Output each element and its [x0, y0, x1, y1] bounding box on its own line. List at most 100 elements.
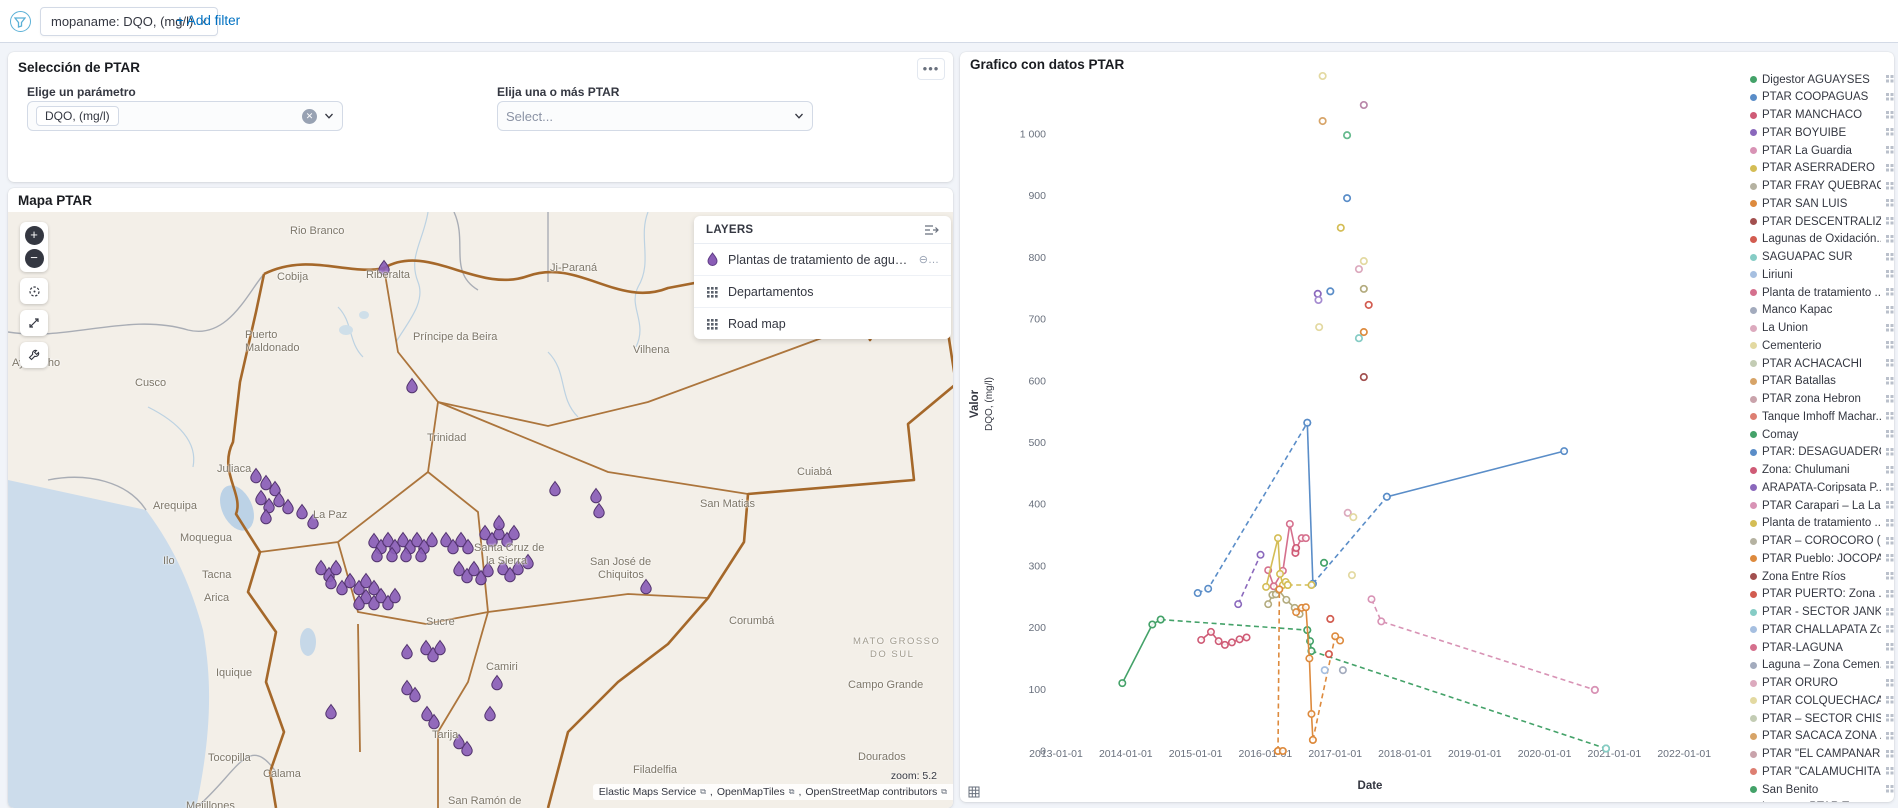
legend-pin-icon[interactable]: [1886, 412, 1894, 421]
legend-pin-icon[interactable]: [1886, 395, 1894, 404]
legend-item[interactable]: Liriuni: [1750, 266, 1894, 283]
data-point[interactable]: [1361, 286, 1367, 292]
legend-item[interactable]: PTAR "CALAMUCHITA": [1750, 763, 1894, 780]
data-point[interactable]: [1361, 329, 1367, 335]
data-point[interactable]: [1208, 629, 1214, 635]
legend-item[interactable]: Lagunas de Oxidación...: [1750, 231, 1894, 248]
layer-row[interactable]: Road map: [694, 308, 951, 339]
ptar-marker-icon[interactable]: [316, 561, 326, 575]
set-initial-extent-button[interactable]: [20, 278, 48, 304]
legend-item[interactable]: Digestor AGUAYSES: [1750, 71, 1894, 88]
data-point[interactable]: [1265, 601, 1271, 607]
legend-pin-icon[interactable]: [1886, 324, 1894, 333]
legend-item[interactable]: PTAR Batallas: [1750, 373, 1894, 390]
data-point[interactable]: [1315, 297, 1321, 303]
legend-pin-icon[interactable]: [1886, 501, 1894, 510]
legend-pin-icon[interactable]: [1886, 785, 1894, 794]
attribution-link[interactable]: Elastic Maps Service: [599, 786, 696, 798]
legend-item[interactable]: Planta de tratamiento ...: [1750, 515, 1894, 532]
data-point[interactable]: [1384, 494, 1390, 500]
legend-pin-icon[interactable]: [1886, 217, 1894, 226]
map-canvas[interactable]: Rio BrancoCobijaRiberaltaJi-ParanáVilhen…: [8, 212, 953, 808]
fit-to-data-button[interactable]: [20, 310, 48, 336]
ptar-marker-icon[interactable]: [256, 491, 266, 505]
ptar-marker-icon[interactable]: [390, 589, 400, 603]
legend-item[interactable]: PTAR ORURO: [1750, 675, 1894, 692]
legend-pin-icon[interactable]: [1886, 377, 1894, 386]
data-point[interactable]: [1287, 521, 1293, 527]
legend-item[interactable]: San Benito: [1750, 781, 1894, 798]
data-point[interactable]: [1322, 667, 1328, 673]
ptar-marker-icon[interactable]: [345, 574, 355, 588]
legend-item[interactable]: Cementerio: [1750, 337, 1894, 354]
data-point[interactable]: [1283, 597, 1289, 603]
legend-pin-icon[interactable]: [1886, 483, 1894, 492]
ptar-marker-icon[interactable]: [591, 489, 601, 503]
legend-item[interactable]: Planta de tratamiento ...: [1750, 284, 1894, 301]
ptar-marker-icon[interactable]: [492, 676, 502, 690]
data-point[interactable]: [1285, 582, 1291, 588]
legend-item[interactable]: Zona: Chulumani: [1750, 462, 1894, 479]
data-point[interactable]: [1149, 621, 1155, 627]
legend-pin-icon[interactable]: [1886, 146, 1894, 155]
layer-row[interactable]: Plantas de tratamiento de aguas residual…: [694, 244, 951, 276]
legend-pin-icon[interactable]: [1886, 199, 1894, 208]
legend-item[interactable]: PTAR SAN LUIS: [1750, 195, 1894, 212]
clear-selection-icon[interactable]: ✕: [302, 109, 317, 124]
legend-item[interactable]: PTAR: DESAGUADERO: [1750, 444, 1894, 461]
legend-pin-icon[interactable]: [1886, 572, 1894, 581]
legend-pin-icon[interactable]: [1886, 750, 1894, 759]
filter-menu-icon[interactable]: [10, 11, 31, 32]
legend-pin-icon[interactable]: [1886, 625, 1894, 634]
data-point[interactable]: [1308, 711, 1314, 717]
legend-pin-icon[interactable]: [1886, 466, 1894, 475]
legend-pin-icon[interactable]: [1886, 288, 1894, 297]
data-point[interactable]: [1310, 737, 1316, 743]
data-point[interactable]: [1361, 258, 1367, 264]
legend-item[interactable]: Zona Entre Ríos: [1750, 568, 1894, 585]
ptar-marker-icon[interactable]: [427, 533, 437, 547]
ptar-marker-icon[interactable]: [550, 482, 560, 496]
data-point[interactable]: [1304, 420, 1310, 426]
legend-item[interactable]: Lagunas PTAR Tarata: [1750, 799, 1894, 802]
legend-item[interactable]: PTAR ACHACACHI: [1750, 355, 1894, 372]
attribution-link[interactable]: OpenMapTiles: [717, 786, 785, 798]
param-combobox[interactable]: DQO, (mg/l) ✕: [27, 101, 343, 131]
data-point[interactable]: [1280, 748, 1286, 754]
data-point[interactable]: [1303, 604, 1309, 610]
legend-item[interactable]: Manco Kapac: [1750, 302, 1894, 319]
data-point[interactable]: [1316, 324, 1322, 330]
legend-pin-icon[interactable]: [1886, 270, 1894, 279]
legend-item[interactable]: La Union: [1750, 320, 1894, 337]
data-point[interactable]: [1293, 545, 1299, 551]
data-point[interactable]: [1308, 582, 1314, 588]
legend-item[interactable]: SAGUAPAC SUR: [1750, 249, 1894, 266]
data-point[interactable]: [1263, 584, 1269, 590]
legend-pin-icon[interactable]: [1886, 767, 1894, 776]
ptar-marker-icon[interactable]: [494, 516, 504, 530]
data-point[interactable]: [1222, 642, 1228, 648]
data-point[interactable]: [1277, 571, 1283, 577]
legend-item[interactable]: PTAR DESCENTRALIZ...: [1750, 213, 1894, 230]
legend-pin-icon[interactable]: [1886, 732, 1894, 741]
legend-item[interactable]: PTAR COLQUECHACA...: [1750, 692, 1894, 709]
legend-pin-icon[interactable]: [1886, 448, 1894, 457]
data-point[interactable]: [1215, 638, 1221, 644]
data-point[interactable]: [1361, 102, 1367, 108]
legend-pin-icon[interactable]: [1886, 430, 1894, 439]
ptar-marker-icon[interactable]: [454, 562, 464, 576]
data-point[interactable]: [1198, 637, 1204, 643]
legend-pin-icon[interactable]: [1886, 519, 1894, 528]
legend-item[interactable]: ARAPATA-Coripsata P...: [1750, 479, 1894, 496]
legend-item[interactable]: PTAR - SECTOR JANK...: [1750, 604, 1894, 621]
legend-item[interactable]: PTAR Pueblo: JOCOPA...: [1750, 550, 1894, 567]
zoom-out-button[interactable]: −: [25, 249, 44, 268]
data-point[interactable]: [1119, 680, 1125, 686]
data-point[interactable]: [1344, 195, 1350, 201]
data-point[interactable]: [1275, 535, 1281, 541]
legend-pin-icon[interactable]: [1886, 164, 1894, 173]
ptar-marker-icon[interactable]: [435, 641, 445, 655]
ptar-marker-icon[interactable]: [297, 505, 307, 519]
data-point[interactable]: [1368, 596, 1374, 602]
param-selected-pill[interactable]: DQO, (mg/l): [36, 106, 119, 126]
